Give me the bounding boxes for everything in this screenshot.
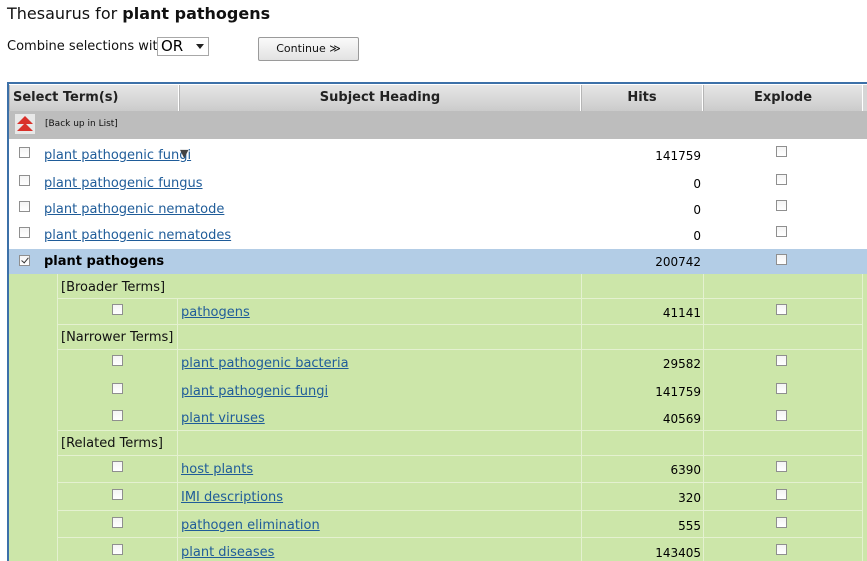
- header-subject-heading: Subject Heading: [179, 85, 581, 111]
- narrower-terms-label: [Narrower Terms]: [61, 330, 174, 345]
- term-checkbox[interactable]: [19, 175, 30, 186]
- related-term-hits: 6390: [670, 463, 701, 477]
- related-term-hits: 143405: [655, 546, 701, 560]
- row-divider: [57, 430, 863, 431]
- term-checkbox[interactable]: [19, 227, 30, 238]
- narrower-term-hits: 40569: [662, 412, 701, 426]
- selected-term-row: plant pathogens 200742: [9, 249, 867, 274]
- related-term-checkbox[interactable]: [112, 461, 123, 472]
- up-arrow-icon[interactable]: [15, 114, 35, 134]
- selected-term-hits: 200742: [655, 255, 701, 269]
- term-link[interactable]: plant pathogenic nematodes: [44, 228, 231, 243]
- page-title: Thesaurus for plant pathogens: [7, 4, 271, 23]
- explode-checkbox[interactable]: [776, 226, 787, 237]
- column-divider: [57, 274, 58, 561]
- explode-checkbox[interactable]: [776, 383, 787, 394]
- related-term-checkbox[interactable]: [112, 517, 123, 528]
- term-link[interactable]: plant pathogenic fungi: [44, 148, 191, 163]
- explode-checkbox[interactable]: [776, 200, 787, 211]
- expand-triangle-icon[interactable]: ▼: [180, 147, 188, 160]
- combine-label: Combine selections with:: [7, 39, 171, 54]
- narrower-term-checkbox[interactable]: [112, 355, 123, 366]
- explode-checkbox[interactable]: [776, 355, 787, 366]
- combine-select[interactable]: OR: [157, 37, 209, 56]
- explode-checkbox[interactable]: [776, 461, 787, 472]
- term-checkbox[interactable]: [19, 201, 30, 212]
- term-link[interactable]: plant pathogenic fungus: [44, 176, 203, 191]
- row-divider: [57, 482, 863, 483]
- explode-checkbox[interactable]: [776, 304, 787, 315]
- back-up-row: [Back up in List]: [9, 111, 867, 139]
- column-divider: [862, 274, 863, 561]
- table-header: Select Term(s) Subject Heading Hits Expl…: [9, 85, 867, 111]
- term-hits: 141759: [655, 149, 701, 163]
- narrower-term-link[interactable]: plant viruses: [181, 411, 265, 426]
- explode-checkbox[interactable]: [776, 254, 787, 265]
- row-divider: [57, 349, 863, 350]
- row-divider: [57, 537, 863, 538]
- broader-term-checkbox[interactable]: [112, 304, 123, 315]
- selected-term-label: plant pathogens: [44, 254, 165, 269]
- thesaurus-table: Select Term(s) Subject Heading Hits Expl…: [7, 82, 867, 561]
- combine-select-value: OR: [161, 37, 184, 55]
- header-explode: Explode: [703, 85, 863, 111]
- related-term-checkbox[interactable]: [112, 489, 123, 500]
- related-term-hits: 320: [678, 491, 701, 505]
- chevron-down-icon: [196, 44, 204, 49]
- narrower-term-hits: 141759: [655, 385, 701, 399]
- row-divider: [57, 455, 863, 456]
- broader-term-link[interactable]: pathogens: [181, 305, 250, 320]
- row-divider: [57, 324, 863, 325]
- narrower-term-checkbox[interactable]: [112, 383, 123, 394]
- broader-terms-label: [Broader Terms]: [61, 280, 166, 295]
- related-term-hits: 555: [678, 519, 701, 533]
- related-term-link[interactable]: host plants: [181, 462, 253, 477]
- header-hits: Hits: [581, 85, 703, 111]
- table-row: plant pathogenic nematodes 0: [9, 219, 867, 245]
- explode-checkbox[interactable]: [776, 517, 787, 528]
- column-divider: [703, 274, 704, 561]
- related-term-link[interactable]: IMI descriptions: [181, 490, 283, 505]
- explode-checkbox[interactable]: [776, 544, 787, 555]
- narrower-term-link[interactable]: plant pathogenic fungi: [181, 384, 328, 399]
- related-term-checkbox[interactable]: [112, 544, 123, 555]
- header-select-terms: Select Term(s): [9, 85, 179, 111]
- column-divider: [581, 274, 582, 561]
- explode-checkbox[interactable]: [776, 146, 787, 157]
- term-link[interactable]: plant pathogenic nematode: [44, 202, 224, 217]
- narrower-term-link[interactable]: plant pathogenic bacteria: [181, 356, 349, 371]
- explode-checkbox[interactable]: [776, 489, 787, 500]
- related-terms-label: [Related Terms]: [61, 436, 163, 451]
- table-row: plant pathogenic fungi ▼ 141759: [9, 139, 867, 167]
- title-term: plant pathogens: [122, 4, 271, 23]
- table-row: plant pathogenic fungus 0: [9, 167, 867, 193]
- broader-term-hits: 41141: [662, 306, 701, 320]
- related-terms-area: [Broader Terms] pathogens 41141 [Narrowe…: [9, 274, 867, 561]
- related-term-link[interactable]: plant diseases: [181, 545, 274, 560]
- selected-term-checkbox[interactable]: [19, 255, 30, 266]
- term-hits: 0: [693, 229, 701, 243]
- narrower-term-hits: 29582: [662, 357, 701, 371]
- row-divider: [57, 298, 863, 299]
- table-row: plant pathogenic nematode 0: [9, 193, 867, 219]
- term-hits: 0: [693, 177, 701, 191]
- row-divider: [57, 510, 863, 511]
- back-up-link[interactable]: [Back up in List]: [45, 119, 118, 129]
- explode-checkbox[interactable]: [776, 410, 787, 421]
- continue-button[interactable]: Continue ≫: [258, 37, 359, 61]
- related-term-link[interactable]: pathogen elimination: [181, 518, 320, 533]
- term-hits: 0: [693, 203, 701, 217]
- term-checkbox[interactable]: [19, 147, 30, 158]
- narrower-term-checkbox[interactable]: [112, 410, 123, 421]
- explode-checkbox[interactable]: [776, 174, 787, 185]
